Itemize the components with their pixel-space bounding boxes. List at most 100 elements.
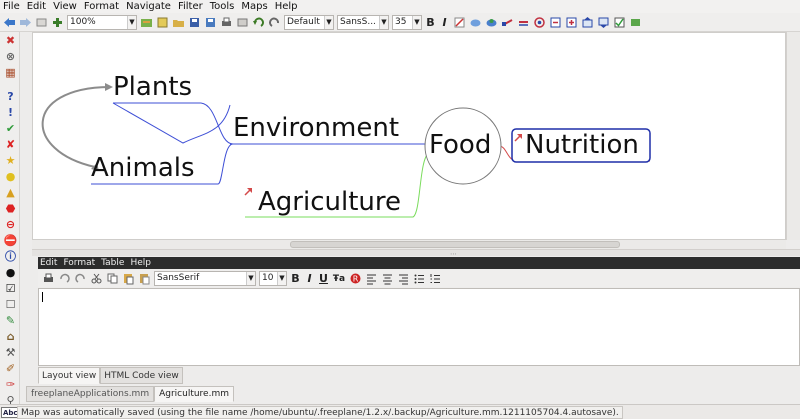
menu-view[interactable]: View	[53, 1, 77, 13]
undo-icon[interactable]	[252, 16, 265, 29]
prohibited-icon[interactable]: ⊖	[5, 219, 16, 230]
menu-tools[interactable]: Tools	[210, 1, 235, 13]
checkbox-checked-icon[interactable]: ☑	[5, 283, 16, 294]
menu-filter[interactable]: Filter	[178, 1, 203, 13]
redo-icon[interactable]	[74, 272, 87, 285]
pin-icon[interactable]: ✑	[5, 379, 16, 390]
stop-sign-icon[interactable]: ⛔	[4, 235, 18, 246]
menu-file[interactable]: File	[3, 1, 20, 13]
wand-icon[interactable]: ✎	[5, 315, 16, 326]
slide-icon[interactable]	[35, 16, 48, 29]
editor-menu-format[interactable]: Format	[63, 258, 95, 268]
node-color-icon[interactable]	[453, 16, 466, 29]
cloud-color-icon[interactable]	[485, 16, 498, 29]
exclamation-icon[interactable]: !	[5, 107, 16, 118]
mind-map-canvas[interactable]: Plants Environment Animals Food Nutritio…	[32, 32, 786, 240]
stop-icon[interactable]: ⬣	[5, 203, 16, 214]
forward-icon[interactable]	[19, 16, 32, 29]
font-combo[interactable]: SansS... ▼	[337, 14, 389, 30]
bulleted-list-icon[interactable]	[413, 272, 426, 285]
cut-icon[interactable]	[90, 272, 103, 285]
node-agriculture[interactable]: Agriculture	[258, 189, 401, 215]
menu-help[interactable]: Help	[275, 1, 298, 13]
new-map-icon[interactable]	[156, 16, 169, 29]
node-food[interactable]: Food	[429, 132, 491, 158]
node-up-icon[interactable]	[581, 16, 594, 29]
editor-font-combo[interactable]: SansSerif ▼	[154, 271, 256, 286]
close-map-icon[interactable]	[236, 16, 249, 29]
save-as-icon[interactable]	[204, 16, 217, 29]
style-combo[interactable]: Default ▼	[284, 14, 334, 30]
paste-icon[interactable]	[122, 272, 135, 285]
editor-underline-button[interactable]: U	[318, 272, 329, 285]
copy-icon[interactable]	[106, 272, 119, 285]
open-map-icon[interactable]	[140, 16, 153, 29]
italic-button[interactable]: I	[439, 16, 450, 29]
checkbox-empty-icon[interactable]: ☐	[5, 299, 16, 310]
home-icon[interactable]: ⌂	[5, 331, 16, 342]
tools-icon[interactable]: ⚒	[5, 347, 16, 358]
align-left-icon[interactable]	[365, 272, 378, 285]
scroll-thumb[interactable]	[290, 241, 620, 248]
editor-italic-button[interactable]: I	[304, 272, 315, 285]
tab-freeplane-applications[interactable]: freeplaneApplications.mm	[26, 386, 155, 402]
editor-bold-button[interactable]: B	[290, 272, 301, 285]
zoom-combo[interactable]: 100% ▼	[67, 14, 137, 30]
align-center-icon[interactable]	[381, 272, 394, 285]
tab-layout-view[interactable]: Layout view	[38, 367, 101, 384]
map-horizontal-scrollbar[interactable]	[32, 240, 786, 249]
bold-button[interactable]: B	[425, 16, 436, 29]
dot-icon[interactable]: ●	[5, 267, 16, 278]
node-plants[interactable]: Plants	[113, 74, 192, 100]
node-nutrition[interactable]: Nutrition	[525, 132, 639, 158]
question-icon[interactable]: ?	[5, 91, 16, 102]
font-size-combo[interactable]: 35 ▼	[392, 14, 422, 30]
attribute-icon[interactable]	[629, 16, 642, 29]
add-link-icon[interactable]	[501, 16, 514, 29]
note-editor-textarea[interactable]	[38, 288, 800, 366]
remove-icon-icon[interactable]: ✖	[5, 35, 16, 46]
pencil-icon[interactable]: ✐	[5, 363, 16, 374]
undo-icon[interactable]	[58, 272, 71, 285]
checkmark-icon[interactable]: ✔	[5, 123, 16, 134]
editor-size-combo[interactable]: 10 ▼	[259, 271, 287, 286]
menu-navigate[interactable]: Navigate	[126, 1, 171, 13]
editor-strike-button[interactable]: Ŧa	[332, 274, 346, 284]
print-icon[interactable]	[42, 272, 55, 285]
numbered-list-icon[interactable]	[429, 272, 442, 285]
no-format-icon[interactable]: R	[349, 272, 362, 285]
redo-icon[interactable]	[268, 16, 281, 29]
paste-special-icon[interactable]	[138, 272, 151, 285]
align-right-icon[interactable]	[397, 272, 410, 285]
node-environment[interactable]: Environment	[233, 115, 399, 141]
menu-format[interactable]: Format	[84, 1, 119, 13]
lightbulb-icon[interactable]: ●	[5, 171, 16, 182]
remove-all-icons-icon[interactable]: ⊗	[5, 51, 16, 62]
editor-menu-table[interactable]: Table	[101, 258, 124, 268]
node-check-icon[interactable]	[613, 16, 626, 29]
unfold-icon[interactable]	[565, 16, 578, 29]
editor-menu-edit[interactable]: Edit	[40, 258, 57, 268]
connector-icon[interactable]	[533, 16, 546, 29]
remove-link-icon[interactable]	[517, 16, 530, 29]
editor-menu-help[interactable]: Help	[130, 258, 151, 268]
menu-maps[interactable]: Maps	[241, 1, 267, 13]
menu-edit[interactable]: Edit	[27, 1, 46, 13]
tab-agriculture[interactable]: Agriculture.mm	[154, 386, 234, 402]
tab-html-code-view[interactable]: HTML Code view	[100, 367, 183, 384]
back-icon[interactable]	[3, 16, 16, 29]
trash-icon[interactable]: ▦	[5, 67, 16, 78]
node-animals[interactable]: Animals	[91, 155, 195, 181]
fold-icon[interactable]	[549, 16, 562, 29]
editor-splitter[interactable]: ⋯	[32, 249, 800, 258]
save-icon[interactable]	[188, 16, 201, 29]
star-icon[interactable]: ★	[5, 155, 16, 166]
info-icon[interactable]: ⓘ	[5, 251, 16, 262]
cross-icon[interactable]: ✘	[5, 139, 16, 150]
zoom-in-icon[interactable]	[51, 16, 64, 29]
warning-icon[interactable]: ▲	[5, 187, 16, 198]
map-vertical-scrollbar[interactable]	[786, 32, 800, 240]
node-down-icon[interactable]	[597, 16, 610, 29]
print-icon[interactable]	[220, 16, 233, 29]
open-file-icon[interactable]	[172, 16, 185, 29]
